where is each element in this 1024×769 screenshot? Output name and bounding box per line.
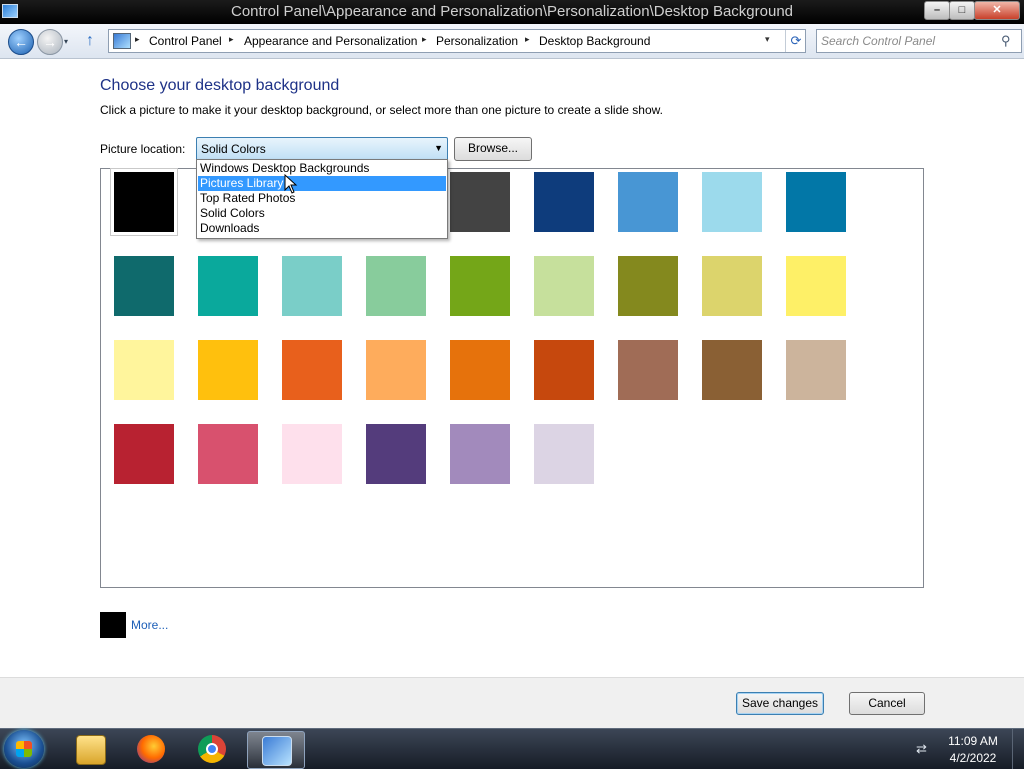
color-swatch[interactable] — [786, 172, 846, 232]
breadcrumb-separator-icon[interactable]: ▸ — [525, 34, 530, 45]
mouse-cursor-icon — [284, 174, 298, 194]
color-swatch[interactable] — [702, 340, 762, 400]
firefox-icon — [137, 735, 165, 763]
cancel-button[interactable]: Cancel — [849, 692, 925, 715]
maximize-button[interactable]: □ — [949, 1, 975, 20]
windows-logo-icon — [16, 741, 32, 757]
color-swatch[interactable] — [618, 172, 678, 232]
color-swatch[interactable] — [702, 256, 762, 316]
address-bar[interactable]: ▸ Control Panel ▸ Appearance and Persona… — [108, 29, 806, 53]
color-swatch[interactable] — [618, 340, 678, 400]
clock-time[interactable]: 11:09 AM — [936, 734, 1010, 748]
title-bar: Control Panel\Appearance and Personaliza… — [0, 0, 1024, 24]
chevron-down-icon[interactable]: ▼ — [434, 143, 443, 153]
color-swatch[interactable] — [786, 340, 846, 400]
control-panel-icon — [113, 33, 131, 49]
breadcrumb-appearance[interactable]: Appearance and Personalization — [244, 34, 417, 48]
color-swatch[interactable] — [534, 340, 594, 400]
window-title: Control Panel\Appearance and Personaliza… — [230, 3, 794, 20]
color-swatch[interactable] — [450, 424, 510, 484]
control-panel-icon — [262, 736, 292, 766]
close-button[interactable]: ✕ — [974, 1, 1020, 20]
minimize-button[interactable]: – — [924, 1, 950, 20]
breadcrumb-separator-icon[interactable]: ▸ — [422, 34, 427, 45]
show-desktop-button[interactable] — [1012, 729, 1024, 769]
color-swatch[interactable] — [534, 172, 594, 232]
color-swatch[interactable] — [366, 256, 426, 316]
clock-date[interactable]: 4/2/2022 — [936, 751, 1010, 765]
breadcrumb-personalization[interactable]: Personalization — [436, 34, 518, 48]
taskbar-windows-explorer[interactable] — [62, 731, 118, 767]
color-swatch[interactable] — [282, 340, 342, 400]
color-swatch[interactable] — [534, 424, 594, 484]
taskbar: ⇄ 11:09 AM 4/2/2022 — [0, 728, 1024, 769]
color-swatch[interactable] — [198, 424, 258, 484]
color-swatch[interactable] — [366, 340, 426, 400]
back-button[interactable]: ← — [8, 29, 34, 55]
color-swatch[interactable] — [702, 172, 762, 232]
breadcrumb-separator-icon[interactable]: ▸ — [135, 34, 140, 45]
color-swatch[interactable] — [618, 256, 678, 316]
refresh-icon[interactable]: ⟳ — [785, 30, 806, 52]
color-swatch[interactable] — [198, 256, 258, 316]
option-downloads[interactable]: Downloads — [198, 221, 446, 236]
chrome-icon — [198, 735, 226, 763]
taskbar-chrome[interactable] — [184, 731, 240, 767]
folder-icon — [76, 735, 106, 765]
color-swatch[interactable] — [786, 256, 846, 316]
picture-location-label: Picture location: — [100, 142, 186, 156]
option-pictures-library[interactable]: Pictures Library — [198, 176, 446, 191]
dialog-footer: Save changes Cancel — [0, 677, 1024, 729]
page-title: Choose your desktop background — [100, 77, 340, 94]
breadcrumb-desktop-background[interactable]: Desktop Background — [539, 34, 650, 48]
color-swatch[interactable] — [114, 424, 174, 484]
color-swatch[interactable] — [282, 256, 342, 316]
search-input[interactable] — [819, 31, 999, 51]
address-history-dropdown-icon[interactable]: ▾ — [765, 34, 770, 45]
taskbar-firefox[interactable] — [123, 731, 179, 767]
taskbar-control-panel[interactable] — [247, 731, 305, 769]
up-level-button[interactable]: ↑ — [86, 32, 94, 50]
color-swatch[interactable] — [114, 256, 174, 316]
option-top-rated-photos[interactable]: Top Rated Photos — [198, 191, 446, 206]
color-swatch[interactable] — [282, 424, 342, 484]
background-color-preview[interactable] — [100, 612, 126, 638]
network-icon[interactable]: ⇄ — [916, 741, 927, 757]
browse-button[interactable]: Browse... — [454, 137, 532, 161]
breadcrumb-separator-icon[interactable]: ▸ — [229, 34, 234, 45]
search-icon[interactable]: ⚲ — [1001, 33, 1011, 49]
forward-button[interactable]: → — [37, 29, 63, 55]
color-swatch[interactable] — [198, 340, 258, 400]
navigation-bar: ← → ▾ ↑ ▸ Control Panel ▸ Appearance and… — [0, 24, 1024, 59]
more-colors-link[interactable]: More... — [131, 618, 168, 632]
picture-location-dropdown-list: Windows Desktop Backgrounds Pictures Lib… — [196, 159, 448, 239]
picture-location-select[interactable]: Solid Colors ▼ — [196, 137, 448, 161]
instruction-text: Click a picture to make it your desktop … — [100, 103, 663, 117]
color-swatch[interactable] — [450, 256, 510, 316]
search-box[interactable]: ⚲ — [816, 29, 1022, 53]
color-swatch[interactable] — [366, 424, 426, 484]
start-button[interactable] — [4, 730, 44, 768]
recent-pages-dropdown-icon[interactable]: ▾ — [64, 37, 68, 46]
color-swatch[interactable] — [114, 340, 174, 400]
color-swatch[interactable] — [534, 256, 594, 316]
breadcrumb-control-panel[interactable]: Control Panel — [149, 34, 222, 48]
picture-location-value: Solid Colors — [201, 142, 266, 156]
color-swatch[interactable] — [450, 172, 510, 232]
option-solid-colors[interactable]: Solid Colors — [198, 206, 446, 221]
save-changes-button[interactable]: Save changes — [736, 692, 824, 715]
option-windows-desktop-backgrounds[interactable]: Windows Desktop Backgrounds — [198, 161, 446, 176]
color-swatch[interactable] — [110, 168, 178, 236]
color-swatch[interactable] — [450, 340, 510, 400]
